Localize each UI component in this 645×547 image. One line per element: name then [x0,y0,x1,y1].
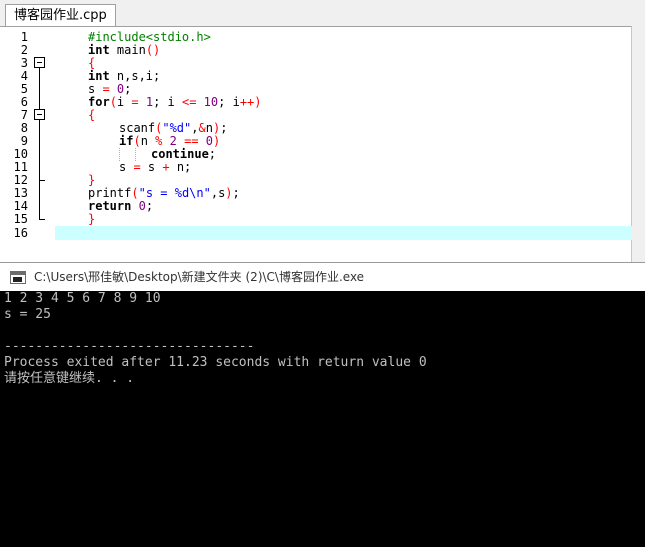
keyword: if [119,134,134,148]
code-line: continue; [151,148,645,161]
code-token: n [205,121,213,135]
number-token: 0 [205,134,213,148]
number-token: 2 [169,134,177,148]
code-line: for(i = 1; i <= 10; i++) [88,96,645,109]
fold-end-tick [39,219,45,220]
code-editor: 博客园作业.cpp 1 2 3 4 5 6 7 8 9 10 11 12 13 … [0,0,645,262]
editor-tab-bar: 博客园作业.cpp [0,0,645,26]
paren-token: ) [225,186,233,200]
line-number: 16 [13,226,28,240]
code-token: s [140,160,163,174]
console-window[interactable]: C:\Users\邢佳敏\Desktop\新建文件夹 (2)\C\博客园作业.e… [0,262,645,547]
operator-token: ++ [239,95,255,109]
code-text[interactable]: #include<stdio.h> int main() { int n,s,i… [55,27,632,262]
code-token: main [109,43,146,57]
operator-token: = [131,95,139,109]
console-line: -------------------------------- [4,339,255,354]
tab-file-cpp[interactable]: 博客园作业.cpp [5,4,116,26]
keyword: int [88,43,110,57]
operator-token: == [184,134,199,148]
string-token: "s = %d\n" [138,186,211,200]
brace-token: { [88,108,96,122]
code-line: int n,s,i; [88,70,645,83]
indent-guide [119,148,120,161]
code-line: printf("s = %d\n",s); [88,187,645,200]
operator-token: + [162,160,170,174]
brace-token: { [88,56,96,70]
code-token: ; i [218,95,240,109]
paren-token: ( [131,186,139,200]
paren-token: ) [254,95,262,109]
paren-token: () [145,43,161,57]
paren-token: ( [109,95,117,109]
operator-token: & [198,121,206,135]
code-token: s [88,82,103,96]
console-line: 请按任意键继续. . . [4,371,135,386]
code-area[interactable]: 1 2 3 4 5 6 7 8 9 10 11 12 13 14 15 16 #… [0,26,632,262]
console-title-bar[interactable]: C:\Users\邢佳敏\Desktop\新建文件夹 (2)\C\博客园作业.e… [0,262,645,291]
code-line: int main() [88,44,645,57]
fold-end-tick [39,180,45,181]
console-title: C:\Users\邢佳敏\Desktop\新建文件夹 (2)\C\博客园作业.e… [34,270,365,284]
operator-token: = [102,82,110,96]
paren-token: ( [133,134,141,148]
code-token: ; [124,82,132,96]
fold-minus-icon[interactable] [34,57,45,68]
code-line: s = s + n; [119,161,645,174]
console-line: 1 2 3 4 5 6 7 8 9 10 [4,291,161,306]
code-token: ; [220,121,228,135]
code-token: n,s,i; [109,69,161,83]
code-token: ; [145,199,154,213]
code-token: n; [169,160,192,174]
console-line: Process exited after 11.23 seconds with … [4,355,427,370]
code-token: , [191,121,199,135]
operator-token: <= [181,95,197,109]
code-token: ; [208,147,217,161]
number-token: 10 [203,95,219,109]
code-token: ,s [210,186,226,200]
console-line: s = 25 [4,307,51,322]
code-token: ; [232,186,240,200]
line-gutter: 1 2 3 4 5 6 7 8 9 10 11 12 13 14 15 16 [0,27,55,262]
paren-token: ) [213,134,221,148]
string-token: "%d" [162,121,192,135]
keyword: int [88,69,110,83]
number-token: 0 [138,199,146,213]
number-token: 1 [145,95,154,109]
code-token: i [116,95,132,109]
active-code-line[interactable] [55,226,632,240]
preprocessor-directive: #include<stdio.h> [88,30,211,44]
indent-guide [135,148,136,161]
operator-token: = [133,160,141,174]
console-output[interactable]: 1 2 3 4 5 6 7 8 9 10 s = 25 ------------… [0,291,645,547]
keyword: continue [151,147,209,161]
code-token: ; i [153,95,182,109]
code-line: } [88,213,645,226]
code-token: scanf [119,121,156,135]
console-window-icon [10,271,26,284]
keyword: return [88,199,132,213]
code-line: #include<stdio.h> [88,31,645,44]
brace-token: } [88,173,96,187]
code-line: return 0; [88,200,645,213]
brace-token: } [88,212,96,226]
code-token: n [140,134,156,148]
line-number: 15 [13,212,28,226]
keyword: for [88,95,110,109]
code-token: printf [88,186,132,200]
fold-minus-icon[interactable] [34,109,45,120]
code-line: { [88,57,645,70]
fold-guide-line [39,68,40,219]
code-token: s [119,160,134,174]
